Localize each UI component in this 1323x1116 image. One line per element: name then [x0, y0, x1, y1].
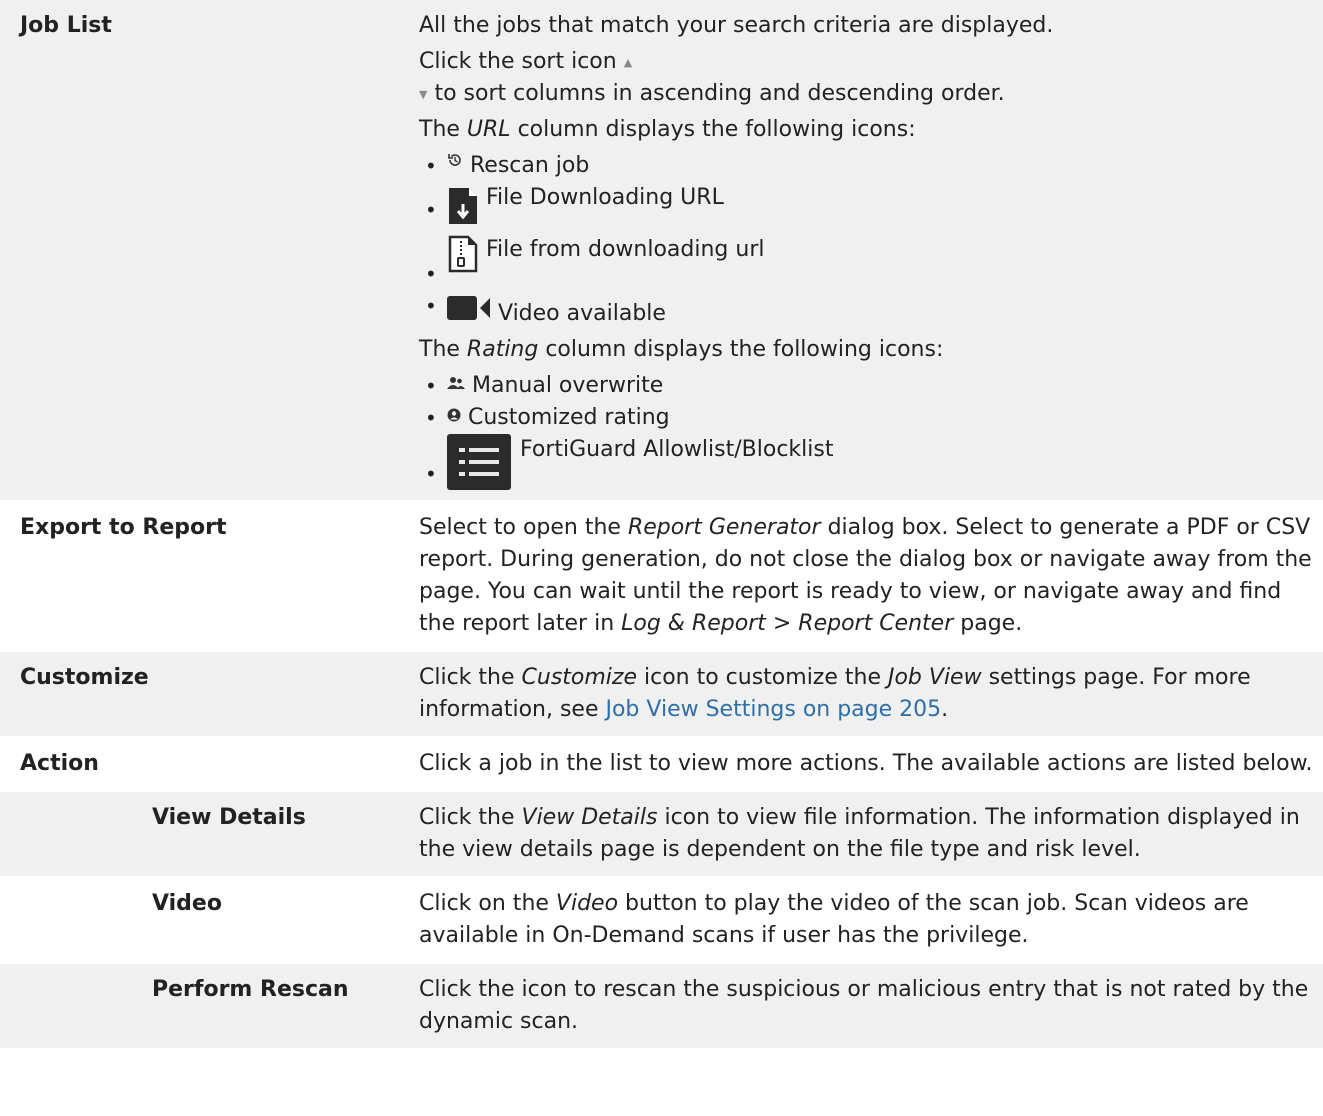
desc-text: Click on the: [419, 891, 556, 916]
url-icon-list: Rescan job File Downloading URL File fro…: [419, 150, 1317, 334]
list-item: Rescan job: [425, 150, 1317, 182]
list-item-label: Video available: [498, 301, 666, 326]
row-perform-rescan: Perform Rescan Click the icon to rescan …: [0, 963, 1323, 1050]
file-download-icon: [449, 188, 477, 224]
row-view-details: View Details Click the View Details icon…: [0, 791, 1323, 878]
video-camera-icon: [447, 296, 490, 320]
row-label: Job List: [0, 0, 398, 502]
row-export-to-report: Export to Report Select to open the Repo…: [0, 501, 1323, 652]
list-item: File Downloading URL: [425, 182, 1317, 226]
list-item: FortiGuard Allowlist/Blocklist: [425, 434, 1317, 490]
row-label: Customize: [0, 651, 398, 738]
row-job-list: Job List All the jobs that match your se…: [0, 0, 1323, 502]
row-label: Video: [0, 877, 398, 964]
rating-icon-list: Manual overwrite Customized rating: [419, 370, 1317, 490]
list-item-label: FortiGuard Allowlist/Blocklist: [520, 437, 834, 462]
desc-text: icon to customize the: [637, 665, 888, 690]
desc-emphasis: Video: [555, 891, 619, 916]
job-view-settings-link[interactable]: Job View Settings on page 205: [605, 697, 941, 722]
list-item: Video available: [425, 290, 1317, 334]
desc-line: Click the sort icon ▲ ▼ to sort columns i…: [419, 46, 1317, 110]
desc-line: The Rating column displays the following…: [419, 334, 1317, 366]
row-video: Video Click on the Video button to play …: [0, 877, 1323, 964]
job-view-reference-table: Job List All the jobs that match your se…: [0, 0, 1323, 1050]
zip-file-icon: [448, 235, 478, 273]
list-item: File from downloading url: [425, 226, 1317, 290]
row-label: Action: [0, 737, 398, 792]
row-label: View Details: [0, 791, 398, 878]
list-item-label: File from downloading url: [486, 237, 765, 262]
desc-emphasis: Customize: [521, 665, 637, 690]
desc-emphasis: View Details: [521, 805, 658, 830]
list-item-label: Rescan job: [470, 153, 590, 178]
row-description: Click the View Details icon to view file…: [398, 791, 1323, 878]
desc-emphasis: Job View: [887, 665, 982, 690]
desc-text: Select to open the: [419, 515, 628, 540]
desc-text: column displays the following icons:: [510, 117, 916, 142]
row-label: Export to Report: [0, 501, 398, 652]
desc-text: to sort columns in ascending and descend…: [434, 81, 1005, 106]
desc-text: column displays the following icons:: [538, 337, 944, 362]
user-circle-icon: [447, 408, 461, 422]
list-item: Customized rating: [425, 402, 1317, 434]
list-item: Manual overwrite: [425, 370, 1317, 402]
desc-line: All the jobs that match your search crit…: [419, 13, 1054, 38]
rescan-icon: [448, 154, 461, 166]
desc-text: Click the: [419, 665, 522, 690]
row-description: Click on the Video button to play the vi…: [398, 877, 1323, 964]
row-action: Action Click a job in the list to view m…: [0, 737, 1323, 792]
desc-text: page.: [953, 611, 1023, 636]
row-label: Perform Rescan: [0, 963, 398, 1050]
row-description: Select to open the Report Generator dial…: [398, 501, 1323, 652]
desc-emphasis: Log & Report > Report Center: [621, 611, 954, 636]
desc-text: Click the: [419, 805, 522, 830]
list-icon: [447, 434, 511, 490]
desc-emphasis: Rating: [466, 337, 539, 362]
desc-text: The: [419, 337, 467, 362]
desc-text: The: [419, 117, 467, 142]
desc-text: .: [941, 697, 949, 722]
desc-emphasis: Report Generator: [627, 515, 821, 540]
row-description: Click the icon to rescan the suspicious …: [398, 963, 1323, 1050]
desc-text: Click the sort icon: [419, 49, 617, 74]
row-description: Click the Customize icon to customize th…: [398, 651, 1323, 738]
row-description: Click a job in the list to view more act…: [398, 737, 1323, 792]
desc-line: The URL column displays the following ic…: [419, 114, 1317, 146]
desc-emphasis: URL: [466, 117, 511, 142]
row-customize: Customize Click the Customize icon to cu…: [0, 651, 1323, 738]
list-item-label: File Downloading URL: [486, 185, 724, 210]
row-description: All the jobs that match your search crit…: [398, 0, 1323, 502]
users-icon: [447, 377, 465, 389]
list-item-label: Customized rating: [468, 405, 670, 430]
list-item-label: Manual overwrite: [472, 373, 664, 398]
